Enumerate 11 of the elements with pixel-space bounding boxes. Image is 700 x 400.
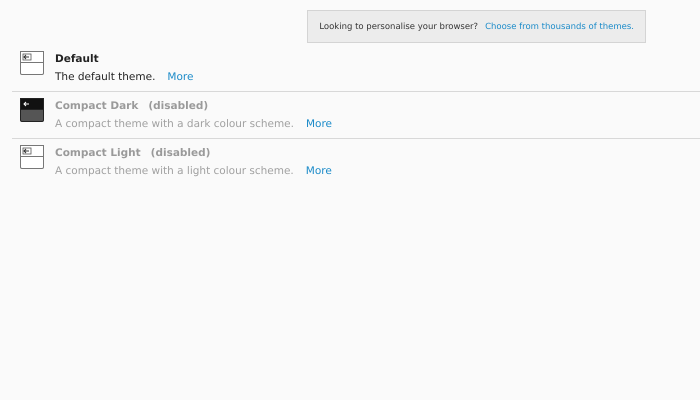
more-link[interactable]: More bbox=[167, 71, 194, 83]
theme-status: (disabled) bbox=[148, 100, 208, 112]
banner-text: Looking to personalise your browser? bbox=[319, 22, 478, 32]
themes-link[interactable]: Choose from thousands of themes. bbox=[485, 22, 634, 32]
theme-name: Default bbox=[55, 53, 99, 65]
theme-description: A compact theme with a dark colour scheme. bbox=[55, 118, 294, 130]
theme-description: A compact theme with a light colour scheme. bbox=[55, 165, 294, 177]
theme-description: The default theme. bbox=[55, 71, 156, 83]
theme-name: Compact Dark bbox=[55, 100, 138, 112]
theme-name: Compact Light bbox=[55, 147, 141, 159]
theme-status: (disabled) bbox=[150, 147, 210, 159]
